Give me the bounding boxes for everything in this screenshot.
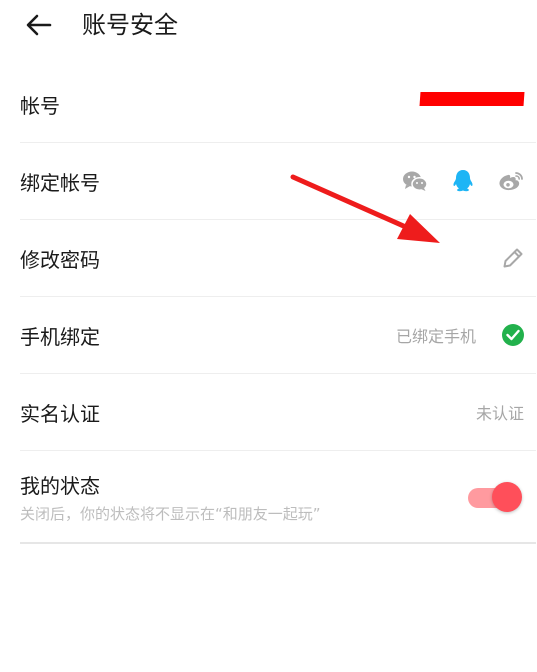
bind-account-label: 绑定帐号 — [20, 170, 100, 195]
change-password-row[interactable]: 修改密码 — [20, 220, 536, 297]
real-name-status: 未认证 — [476, 374, 524, 450]
phone-binding-row[interactable]: 手机绑定 已绑定手机 — [20, 297, 536, 374]
my-status-text: 我的状态 关闭后，你的状态将不显示在“和朋友一起玩” — [20, 470, 321, 524]
qq-icon[interactable] — [452, 169, 474, 193]
account-row[interactable]: 帐号 — [20, 66, 536, 143]
app-header: 账号安全 — [0, 0, 537, 52]
my-status-toggle-wrap — [468, 451, 524, 542]
real-name-row[interactable]: 实名认证 未认证 — [20, 374, 536, 451]
phone-bound-text: 已绑定手机 — [395, 327, 476, 346]
account-value — [419, 66, 525, 142]
change-password-action — [502, 220, 524, 296]
my-status-row: 我的状态 关闭后，你的状态将不显示在“和朋友一起玩” — [20, 451, 536, 544]
settings-list: 帐号 绑定帐号 修改密码 手机绑定 已绑定手机 实名认证 未认证 我的状态 关闭… — [20, 66, 536, 544]
phone-binding-label: 手机绑定 — [20, 324, 100, 349]
bind-account-icons — [402, 143, 524, 219]
account-label: 帐号 — [20, 93, 60, 118]
phone-binding-status: 已绑定手机 — [396, 297, 524, 373]
toggle-knob — [492, 481, 522, 512]
my-status-description: 关闭后，你的状态将不显示在“和朋友一起玩” — [20, 504, 321, 523]
back-button[interactable] — [22, 8, 56, 42]
wechat-icon[interactable] — [402, 170, 428, 192]
weibo-icon[interactable] — [498, 170, 524, 192]
real-name-status-text: 未认证 — [475, 404, 524, 423]
real-name-label: 实名认证 — [20, 401, 100, 426]
redacted-account-value — [419, 92, 525, 106]
check-circle-icon — [502, 324, 524, 346]
my-status-toggle[interactable] — [468, 481, 524, 512]
page-title: 账号安全 — [82, 11, 178, 39]
bind-account-row[interactable]: 绑定帐号 — [20, 143, 536, 220]
change-password-label: 修改密码 — [20, 247, 100, 272]
back-arrow-icon — [26, 14, 52, 36]
pencil-icon[interactable] — [502, 247, 524, 269]
my-status-label: 我的状态 — [20, 473, 100, 498]
